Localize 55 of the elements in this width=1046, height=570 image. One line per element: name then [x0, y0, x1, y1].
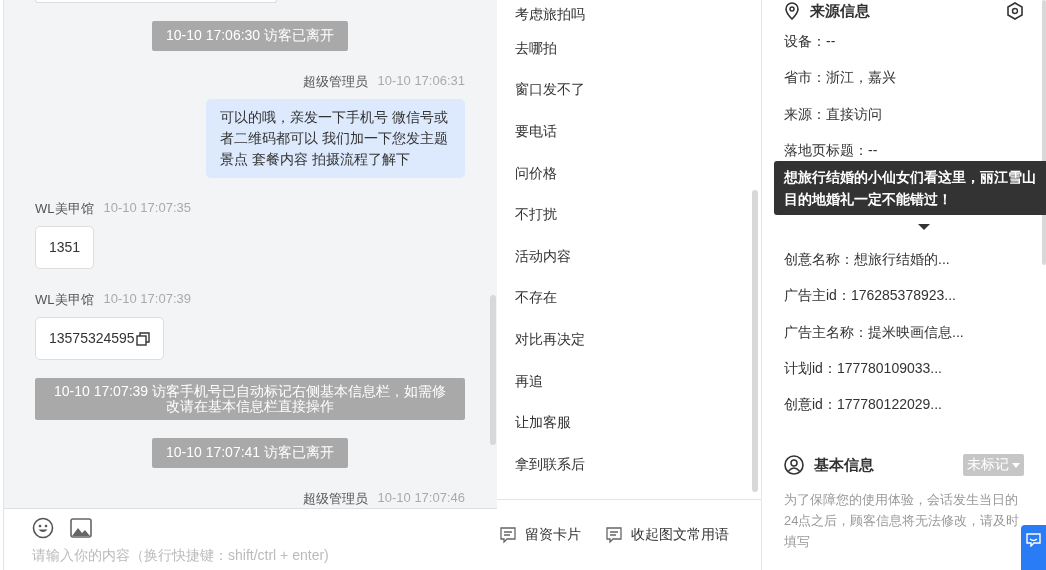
sender-name: 超级管理员 [302, 490, 368, 508]
info-field: 创意id：177780122029... [784, 386, 1024, 424]
message-time: 10-10 17:07:46 [377, 490, 465, 507]
message-icon [605, 526, 623, 544]
message-time: 10-10 17:06:31 [377, 73, 465, 90]
quick-phrase[interactable]: 要电话 [515, 111, 743, 153]
quick-phrase[interactable]: 不打扰 [515, 194, 743, 236]
phrase-action-button[interactable]: 收起图文常用语 [605, 526, 729, 544]
message-time: 10-10 17:07:39 [103, 291, 191, 308]
quick-phrase[interactable]: 考虑旅拍吗 [515, 0, 743, 24]
info-field: 创意名称：想旅行结婚的... [784, 241, 1024, 279]
emoji-icon [32, 517, 54, 539]
quick-phrase[interactable]: 拿到联系后 [515, 443, 743, 486]
user-icon [784, 455, 804, 476]
message-bubble: 可以的哦，亲发一下手机号 微信号或者二维码都可以 我们加一下您发主题景点 套餐内容 拍摄流程了解下 [206, 99, 465, 178]
message-icon [499, 526, 517, 544]
info-field: 计划id：177780109033... [784, 350, 1024, 387]
chat-icon [1026, 533, 1041, 547]
location-pin-icon [784, 2, 800, 20]
scrollbar[interactable] [490, 295, 496, 445]
floating-button[interactable] [1021, 525, 1046, 570]
info-field: 设备：-- [784, 24, 1024, 61]
quick-phrase[interactable]: 不存在 [515, 277, 743, 320]
quick-phrase[interactable]: 活动内容 [515, 235, 743, 278]
sender-name: WL美甲馆 [35, 291, 94, 309]
message-bubble: 13575324595 [35, 317, 164, 360]
section-title: 来源信息 [810, 1, 870, 21]
quick-phrase[interactable]: 再追 [515, 360, 743, 403]
system-notice: 10-10 17:07:39 访客手机号已自动标记右侧基本信息栏，如需修改请在基本信息栏直接操作 [35, 378, 465, 420]
caret-icon [1012, 462, 1020, 468]
info-field: 省市：浙江，嘉兴 [784, 60, 1024, 97]
image-icon [70, 518, 92, 538]
quick-phrase[interactable]: 去哪拍 [515, 28, 743, 70]
info-field: 广告主名称：提米映画信息... [784, 314, 1024, 351]
tooltip-arrow [918, 224, 930, 231]
scrollbar[interactable] [1042, 0, 1046, 265]
info-field: 来源：直接访问 [784, 96, 1024, 133]
message-time: 10-10 17:07:35 [103, 200, 191, 217]
settings-icon [1006, 2, 1024, 20]
message-bubble: 1351 [35, 226, 95, 269]
info-field: 广告主id：176285378923... [784, 278, 1024, 315]
system-message: 10-10 17:07:41 访客已离开 [151, 438, 349, 468]
sender-name: WL美甲馆 [35, 200, 94, 218]
sender-name: 超级管理员 [302, 73, 368, 91]
section-title: 基本信息 [814, 455, 874, 475]
quick-phrase[interactable]: 窗口发不了 [515, 69, 743, 112]
tooltip: 想旅行结婚的小仙女们看这里，丽江雪山目的地婚礼一定不能错过！ [774, 161, 1046, 216]
phrase-action-button[interactable]: 留资卡片 [499, 526, 581, 544]
quick-phrase[interactable]: 对比再决定 [515, 319, 743, 361]
copy-icon [135, 331, 150, 346]
quick-phrase[interactable]: 问价格 [515, 152, 743, 195]
system-message: 10-10 17:06:30 访客已离开 [151, 21, 349, 51]
scrollbar[interactable] [752, 190, 758, 492]
info-note: 为了保障您的使用体验，会话发生当日的24点之后，顾客信息将无法修改，请及时填写 [784, 491, 1021, 552]
quick-phrase[interactable]: 让加客服 [515, 402, 743, 444]
